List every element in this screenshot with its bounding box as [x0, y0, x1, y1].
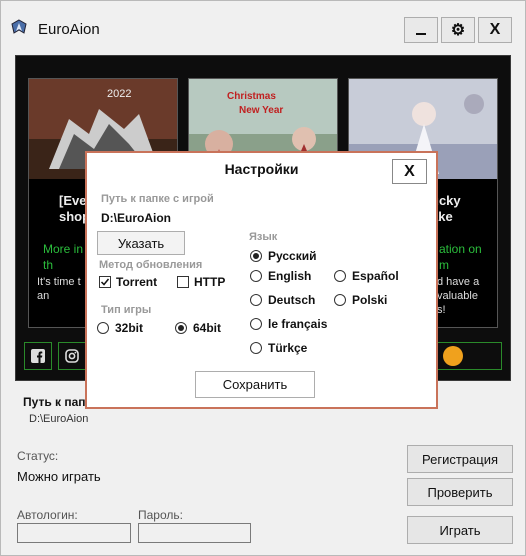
- radio-unselected-icon: [250, 294, 262, 306]
- title-bar: EuroAion ⚙ X: [1, 1, 525, 43]
- language-label-turkish: Türkçe: [268, 341, 308, 355]
- language-label-spanish: Español: [352, 269, 399, 283]
- radio-selected-icon: [250, 250, 262, 262]
- facebook-icon: [31, 349, 45, 363]
- language-radio-spanish[interactable]: Español: [334, 269, 399, 283]
- language-label-french: le français: [268, 317, 328, 331]
- language-label: Язык: [249, 231, 278, 243]
- check-button[interactable]: Проверить: [407, 478, 513, 506]
- torrent-checkbox[interactable]: Torrent: [99, 275, 157, 289]
- radio-unselected-icon: [97, 322, 109, 334]
- radio-unselected-icon: [250, 270, 262, 282]
- register-button[interactable]: Регистрация: [407, 445, 513, 473]
- game-folder-label: Путь к папке с игрой: [101, 193, 214, 205]
- news-card-3-description: d have a valuable s!: [437, 276, 480, 316]
- autologin-input[interactable]: [17, 523, 131, 543]
- update-method-label: Метод обновления: [99, 259, 203, 271]
- language-label-polish: Polski: [352, 293, 388, 307]
- bit32-radio[interactable]: 32bit: [97, 321, 143, 335]
- game-path-label: Путь к папк: [23, 395, 92, 409]
- status-value: Можно играть: [17, 469, 101, 484]
- dialog-close-button[interactable]: X: [392, 159, 427, 184]
- bit32-label: 32bit: [115, 321, 144, 335]
- app-logo-icon: [11, 19, 27, 34]
- browse-button[interactable]: Указать: [97, 231, 185, 255]
- minimize-button[interactable]: [404, 17, 438, 43]
- language-radio-german[interactable]: Deutsch: [250, 293, 315, 307]
- close-button[interactable]: X: [478, 17, 512, 43]
- facebook-button[interactable]: [24, 342, 52, 370]
- password-label: Пароль:: [138, 508, 183, 522]
- game-type-label: Тип игры: [101, 304, 152, 316]
- news-card-3-title: ucky ake: [431, 193, 461, 224]
- instagram-icon: [65, 349, 79, 363]
- svg-text:New Year: New Year: [239, 105, 283, 116]
- close-icon: X: [404, 162, 415, 180]
- game-folder-value: D:\EuroAion: [101, 211, 171, 225]
- checkbox-unchecked-icon: [177, 276, 189, 288]
- dialog-title: Настройки: [224, 161, 299, 177]
- minimize-icon: [416, 33, 426, 35]
- settings-dialog: Настройки X Путь к папке с игрой D:\Euro…: [85, 151, 438, 409]
- http-label: HTTP: [194, 275, 226, 289]
- radio-unselected-icon: [334, 270, 346, 282]
- language-radio-french[interactable]: le français: [250, 317, 327, 331]
- svg-text:2022: 2022: [107, 88, 131, 100]
- torrent-label: Torrent: [116, 275, 158, 289]
- save-button[interactable]: Сохранить: [195, 371, 315, 398]
- game-path-value: D:\EuroAion: [29, 413, 89, 425]
- checkbox-checked-icon: [99, 276, 111, 288]
- radio-unselected-icon: [334, 294, 346, 306]
- status-label: Статус:: [17, 449, 59, 463]
- coin-icon: [443, 346, 463, 366]
- close-icon: X: [489, 21, 501, 38]
- language-radio-polish[interactable]: Polski: [334, 293, 387, 307]
- app-title: EuroAion: [38, 21, 100, 38]
- bit64-label: 64bit: [193, 321, 222, 335]
- http-checkbox[interactable]: HTTP: [177, 275, 225, 289]
- launcher-window: EuroAion ⚙ X 2022 [Eve shop More in th I…: [0, 0, 526, 556]
- bit64-radio[interactable]: 64bit: [175, 321, 221, 335]
- language-label-english: English: [268, 269, 312, 283]
- language-radio-turkish[interactable]: Türkçe: [250, 341, 307, 355]
- gear-icon: ⚙: [450, 22, 466, 39]
- language-label-german: Deutsch: [268, 293, 316, 307]
- instagram-button[interactable]: [58, 342, 86, 370]
- language-radio-english[interactable]: English: [250, 269, 311, 283]
- autologin-label: Автологин:: [17, 508, 78, 522]
- settings-button[interactable]: ⚙: [441, 17, 475, 43]
- play-button[interactable]: Играть: [407, 516, 513, 544]
- radio-unselected-icon: [250, 318, 262, 330]
- coin-button[interactable]: [436, 342, 502, 370]
- password-input[interactable]: [138, 523, 251, 543]
- news-card-3-subtitle: ation on m: [439, 242, 482, 272]
- language-radio-russian[interactable]: Русский: [250, 249, 317, 263]
- svg-text:Christmas: Christmas: [227, 91, 276, 102]
- radio-selected-icon: [175, 322, 187, 334]
- radio-unselected-icon: [250, 342, 262, 354]
- language-label-russian: Русский: [268, 249, 317, 263]
